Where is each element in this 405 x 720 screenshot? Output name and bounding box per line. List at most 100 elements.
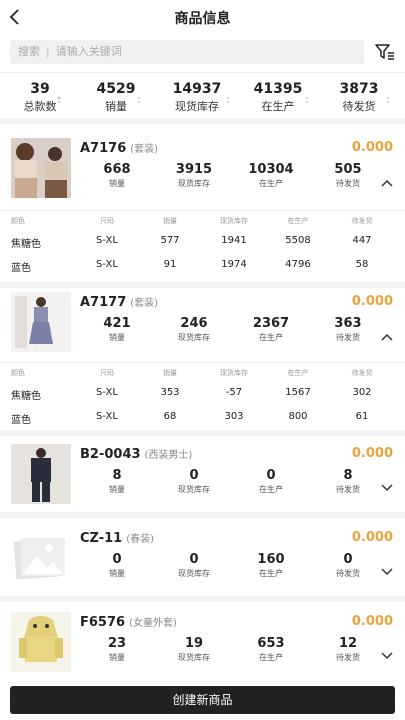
variant-to-ship: 447 <box>352 235 372 246</box>
product-stat-sales: 23 销量 <box>82 636 152 663</box>
variant-size: S-XL <box>96 235 118 246</box>
variant-row: 蓝色 S-XL 91 1974 4796 58 <box>0 253 405 277</box>
chevron-down-icon[interactable] <box>381 484 393 492</box>
variant-table: 颜色 尺码 销量 现货库存 在生产 待发货 焦糖色 S-XL 577 1941 … <box>0 210 405 277</box>
header-size: 尺码 <box>100 217 114 225</box>
summary-in-production[interactable]: 41395 在生产 <box>238 81 318 114</box>
header-color: 颜色 <box>11 369 25 377</box>
stat-label: 现货库存 <box>178 333 210 342</box>
variant-color: 焦糖色 <box>11 391 41 402</box>
summary-stock[interactable]: 14937 现货库存 <box>157 81 237 114</box>
product-thumbnail <box>11 292 71 352</box>
product-code-text: A7176 <box>80 141 127 156</box>
chevron-up-icon[interactable] <box>381 179 393 187</box>
search-input[interactable]: 搜索 | 请输入关键词 <box>10 40 364 64</box>
stat-value: 363 <box>334 316 362 331</box>
product-code: A7176 (套装) <box>80 140 158 156</box>
variant-row: 焦糖色 S-XL 577 1941 5508 447 <box>0 229 405 253</box>
variant-production: 4796 <box>285 259 311 270</box>
stat-value: 0 <box>189 552 199 567</box>
variant-stock: -57 <box>225 387 243 398</box>
variant-sales: 577 <box>160 235 180 246</box>
variant-size: S-XL <box>96 411 118 422</box>
variant-table-header: 颜色 尺码 销量 现货库存 在生产 待发货 <box>0 211 405 229</box>
stat-label: 待发货 <box>336 179 360 188</box>
stat-value: 10304 <box>248 162 294 177</box>
header-to-ship: 待发货 <box>351 369 373 377</box>
product-thumbnail <box>11 138 71 198</box>
sort-icon <box>305 96 309 104</box>
product-card[interactable]: B2-0043 (西装男士) 0.000 8 销量 0 现货库存 0 在生产 8 待发货 <box>0 434 405 518</box>
variant-production: 800 <box>288 411 308 422</box>
variant-table-header: 颜色 尺码 销量 现货库存 在生产 待发货 <box>0 363 405 381</box>
stat-label: 现货库存 <box>178 485 210 494</box>
stat-label: 在生产 <box>259 569 283 578</box>
stat-value: 8 <box>343 468 353 483</box>
filter-icon[interactable] <box>374 42 396 62</box>
summary-value: 4529 <box>96 81 136 97</box>
stat-label: 在生产 <box>259 653 283 662</box>
sort-icon <box>57 96 61 104</box>
stat-label: 待发货 <box>336 653 360 662</box>
product-code: F6576 (女童外套) <box>80 614 177 630</box>
variant-row: 焦糖色 S-XL 353 -57 1567 302 <box>0 381 405 405</box>
stat-value: 421 <box>103 316 131 331</box>
product-price: 0.000 <box>351 140 393 155</box>
header-to-ship: 待发货 <box>351 217 373 225</box>
product-price: 0.000 <box>351 446 393 461</box>
stat-label: 现货库存 <box>178 653 210 662</box>
product-stat-sales: 8 销量 <box>82 468 152 495</box>
app-header: 商品信息 <box>0 0 405 34</box>
product-stat-sales: 668 销量 <box>82 162 152 189</box>
summary-total-styles[interactable]: 39 总款数 <box>0 81 80 114</box>
product-stat-sales: 0 销量 <box>82 552 152 579</box>
stat-value: 505 <box>334 162 362 177</box>
summary-to-ship[interactable]: 3873 待发货 <box>319 81 399 114</box>
product-code-text: F6576 <box>80 615 126 630</box>
stat-value: 160 <box>257 552 285 567</box>
product-stat-stock: 0 现货库存 <box>159 468 229 495</box>
stat-value: 0 <box>343 552 353 567</box>
stat-label: 销量 <box>109 569 125 578</box>
product-code: B2-0043 (西装男士) <box>80 446 192 462</box>
chevron-down-icon[interactable] <box>381 652 393 660</box>
product-stat-stock: 246 现货库存 <box>159 316 229 343</box>
product-stat-production: 160 在生产 <box>236 552 306 579</box>
product-card[interactable]: F6576 (女童外套) 0.000 23 销量 19 现货库存 653 在生产 12 待… <box>0 602 405 682</box>
header-sales: 销量 <box>163 217 177 225</box>
product-card[interactable]: A7177 (套装) 0.000 421 销量 246 现货库存 2367 在生产 36… <box>0 282 405 436</box>
variant-to-ship: 302 <box>352 387 372 398</box>
summary-label: 总款数 <box>23 100 57 113</box>
variant-row: 蓝色 S-XL 68 303 800 61 <box>0 405 405 429</box>
stat-value: 8 <box>112 468 122 483</box>
product-category: (套装) <box>130 298 159 309</box>
chevron-down-icon[interactable] <box>381 568 393 576</box>
stat-value: 12 <box>338 636 358 651</box>
variant-to-ship: 58 <box>355 259 369 270</box>
header-sales: 销量 <box>163 369 177 377</box>
product-price: 0.000 <box>351 614 393 629</box>
stat-label: 在生产 <box>259 179 283 188</box>
stat-label: 现货库存 <box>178 569 210 578</box>
variant-stock: 303 <box>224 411 244 422</box>
summary-label: 销量 <box>105 100 127 113</box>
stat-value: 246 <box>180 316 208 331</box>
variant-table: 颜色 尺码 销量 现货库存 在生产 待发货 焦糖色 S-XL 353 -57 1… <box>0 362 405 429</box>
stat-value: 19 <box>184 636 204 651</box>
product-card[interactable]: CZ-11 (春装) 0.000 0 销量 0 现货库存 160 在生产 0 待发货 <box>0 518 405 602</box>
product-price: 0.000 <box>351 294 393 309</box>
product-card[interactable]: A7176 (套装) 0.000 668 销量 3915 现货库存 10304 在生产 … <box>0 128 405 288</box>
stat-label: 销量 <box>109 485 125 494</box>
summary-sales[interactable]: 4529 销量 <box>76 81 156 114</box>
chevron-up-icon[interactable] <box>381 333 393 341</box>
product-stat-stock: 0 现货库存 <box>159 552 229 579</box>
search-placeholder: 请输入关键词 <box>55 45 122 58</box>
product-code: CZ-11 (春装) <box>80 530 154 546</box>
create-product-button[interactable]: 创建新商品 <box>10 686 395 714</box>
product-stat-production: 10304 在生产 <box>236 162 306 189</box>
variant-color: 蓝色 <box>11 263 31 274</box>
product-code-text: A7177 <box>80 295 127 310</box>
sort-icon <box>386 96 390 104</box>
product-stat-production: 0 在生产 <box>236 468 306 495</box>
product-category: (女童外套) <box>129 618 177 629</box>
